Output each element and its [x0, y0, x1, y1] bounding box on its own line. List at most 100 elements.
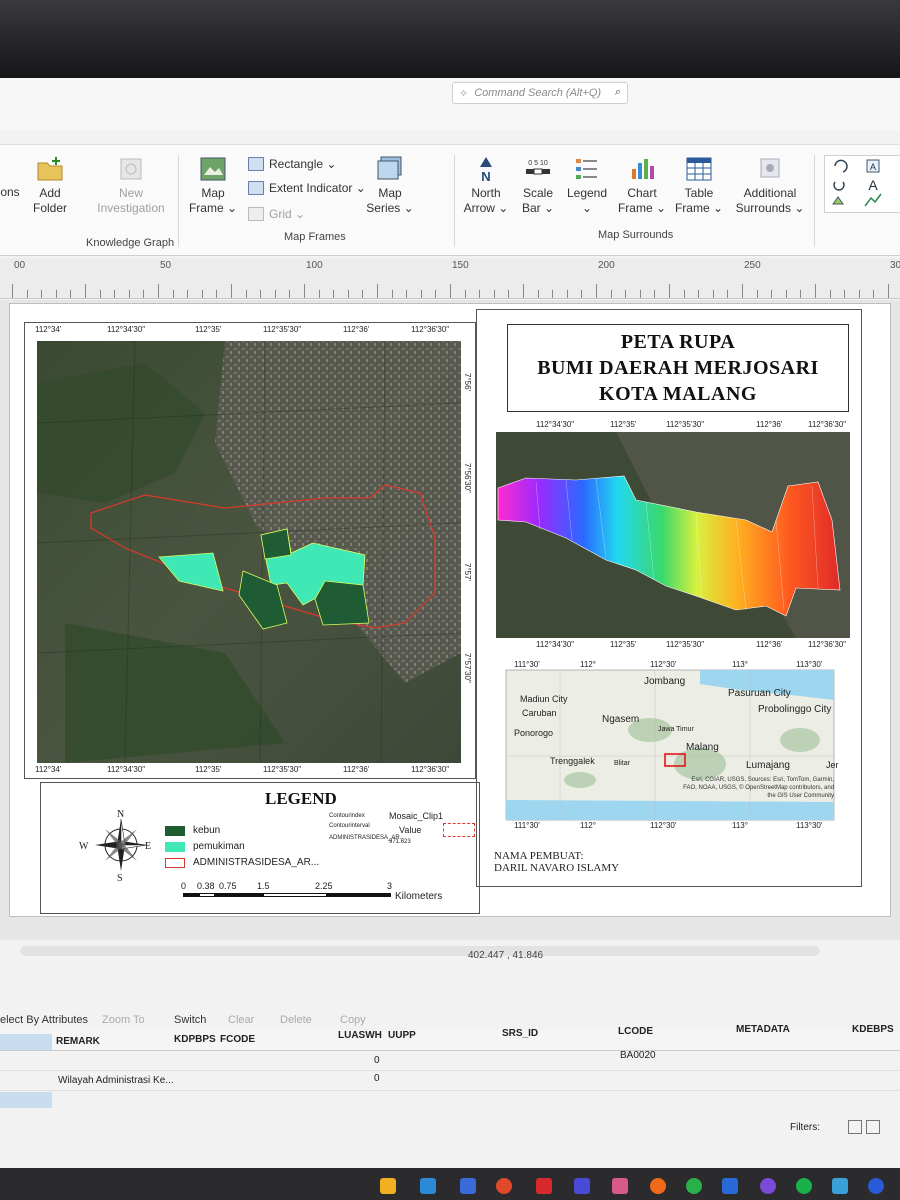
rectangle-label: Rectangle — [269, 157, 324, 171]
scale-bar-button[interactable]: 0 5 10 Scale Bar ⌄ — [516, 155, 560, 216]
monitor-bezel — [0, 0, 900, 80]
col-remark[interactable]: REMARK — [56, 1036, 100, 1047]
legend-title: LEGEND — [265, 789, 337, 808]
legend-frame[interactable]: LEGEND N S E W kebun pemukiman ADMINISTR… — [40, 782, 480, 914]
horizontal-ruler[interactable]: 00 50 100 150 200 250 300 — [0, 258, 900, 299]
col-fcode[interactable]: FCODE — [220, 1034, 255, 1045]
discord-icon[interactable] — [760, 1178, 776, 1194]
main-map-top-coord: 112°35' — [195, 325, 222, 334]
layout-view[interactable]: 112°34' 112°34'30" 112°35' 112°35'30" 11… — [0, 300, 900, 940]
legend-swatch — [165, 841, 185, 852]
map-frames-group-label: Map Frames — [284, 231, 346, 243]
col-srs-id[interactable]: SRS_ID — [502, 1028, 538, 1039]
legend-swatch — [165, 825, 185, 836]
settings-icon[interactable] — [612, 1178, 628, 1194]
zoom-to-button[interactable]: Zoom To — [102, 1014, 145, 1026]
scale-seg — [199, 893, 215, 897]
grid-button[interactable]: Grid ⌄ — [248, 207, 305, 221]
layout-horizontal-scrollbar[interactable] — [20, 946, 820, 956]
ruler-tick — [318, 290, 320, 298]
extent-indicator-button[interactable]: Extent Indicator ⌄ — [248, 181, 366, 195]
attribute-table: REMARK KDPBPS FCODE LUASWH UUPP SRS_ID L… — [0, 1024, 900, 1140]
ruler-tick — [420, 290, 422, 298]
table-frame-button[interactable]: Table Frame ⌄ — [672, 155, 726, 216]
chrome-icon[interactable] — [496, 1178, 512, 1194]
map-series-button[interactable]: Map Series ⌄ — [366, 155, 414, 216]
additional-surrounds-button[interactable]: Additional Surrounds ⌄ — [734, 155, 806, 216]
map-frame-button[interactable]: Map Frame ⌄ — [186, 155, 240, 216]
delete-button[interactable]: Delete — [280, 1014, 312, 1026]
map-title-line: KOTA MALANG — [599, 383, 757, 405]
legend-label: pemukiman — [193, 841, 245, 852]
table-options-icon[interactable] — [866, 1120, 880, 1134]
main-map-top-coord: 112°35'30" — [263, 325, 302, 334]
scale-bar-label-2: Bar — [521, 201, 541, 215]
ons-label: ons — [0, 185, 20, 199]
elevation-bottom-coord: 112°36' — [756, 640, 783, 649]
arcgis-icon[interactable] — [832, 1178, 848, 1194]
chart-frame-label-1: Chart — [627, 186, 657, 200]
table-row[interactable]: 0 BA0020 — [0, 1050, 900, 1071]
browser-icon[interactable] — [868, 1178, 884, 1194]
scale-bar-icon: 0 5 10 — [526, 160, 550, 175]
ruler-tick — [304, 284, 305, 298]
map-series-label-1: Map — [378, 186, 402, 200]
select-by-attributes-button[interactable]: elect By Attributes — [0, 1014, 88, 1026]
store-icon[interactable] — [460, 1178, 476, 1194]
rectangle-button[interactable]: Rectangle ⌄ — [248, 157, 336, 171]
command-search-input[interactable]: ✧ Command Search (Alt+Q) ⌕ — [452, 82, 628, 104]
maker-label: NAMA PEMBUAT: — [494, 850, 584, 862]
elevation-map-image — [496, 432, 850, 638]
col-lcode[interactable]: LCODE — [618, 1026, 653, 1037]
graphics-gallery[interactable]: AA — [824, 155, 900, 213]
cell-lcode: BA0020 — [620, 1050, 656, 1061]
new-investigation-button[interactable]: New Investigation — [92, 155, 170, 216]
scale-bar: 0 0.38 0.75 1.5 2.25 3 — [181, 881, 413, 905]
whatsapp-icon[interactable] — [686, 1178, 702, 1194]
cursor-coordinates: 402.447 , 41.846 — [468, 950, 544, 961]
ribbon-cut-label[interactable]: ons — [0, 185, 20, 200]
chart-frame-button[interactable]: Chart Frame ⌄ — [616, 155, 668, 216]
col-kdebps[interactable]: KDEBPS — [852, 1024, 894, 1035]
app-icon[interactable] — [574, 1178, 590, 1194]
copy-button[interactable]: Copy — [340, 1014, 366, 1026]
svg-text:N: N — [481, 169, 490, 183]
edge-icon[interactable] — [420, 1178, 436, 1194]
table-row-selector[interactable] — [0, 1034, 52, 1050]
col-metadata[interactable]: METADATA — [736, 1024, 790, 1035]
gmail-icon[interactable] — [536, 1178, 552, 1194]
legend-mosaic-label: Mosaic_Clip1 — [389, 811, 444, 821]
clear-button[interactable]: Clear — [228, 1014, 254, 1026]
legend-button[interactable]: Legend ⌄ — [564, 155, 610, 216]
main-map-frame[interactable]: 112°34' 112°34'30" 112°35' 112°35'30" 11… — [24, 322, 476, 779]
ruler-tick — [639, 290, 641, 298]
inset-bottom-coord: 113° — [732, 821, 748, 830]
place-label: Ngasem — [602, 714, 640, 725]
inset-top-coord: 113° — [732, 660, 748, 669]
elevation-bottom-coord: 112°34'30" — [536, 640, 575, 649]
north-arrow-button[interactable]: N North Arrow ⌄ — [462, 155, 510, 216]
ruler-label: 50 — [160, 260, 172, 271]
table-icon — [686, 157, 712, 181]
firefox-icon[interactable] — [650, 1178, 666, 1194]
col-luaswh[interactable]: LUASWH — [338, 1030, 382, 1041]
zoom-icon[interactable] — [722, 1178, 738, 1194]
table-row[interactable]: Wilayah Administrasi Ke... 0 — [0, 1072, 900, 1091]
table-row-selector[interactable] — [0, 1092, 52, 1108]
spotify-icon[interactable] — [796, 1178, 812, 1194]
file-explorer-icon[interactable] — [380, 1178, 396, 1194]
north-arrow-icon: N — [480, 157, 492, 183]
elevation-map-frame[interactable]: 112°34'30" 112°35' 112°35'30" 112°36' 11… — [496, 420, 850, 650]
add-folder-button[interactable]: Add Folder — [26, 155, 74, 216]
place-label: Caruban — [522, 708, 557, 718]
map-title-block[interactable]: PETA RUPA BUMI DAERAH MERJOSARI KOTA MAL… — [507, 324, 849, 412]
switch-button[interactable]: Switch — [174, 1014, 206, 1026]
col-kdpbps[interactable]: KDPBPS — [174, 1034, 216, 1045]
ruler-tick — [201, 290, 203, 298]
ruler-tick — [143, 290, 145, 298]
search-icon: ⌕ — [614, 86, 621, 98]
inset-map-frame[interactable]: 111°30' 112° 112°30' 113° 113°30' 111°30… — [500, 660, 840, 832]
col-uupp[interactable]: UUPP — [388, 1030, 416, 1041]
folder-add-icon — [37, 157, 63, 181]
filter-icon[interactable] — [848, 1120, 862, 1134]
